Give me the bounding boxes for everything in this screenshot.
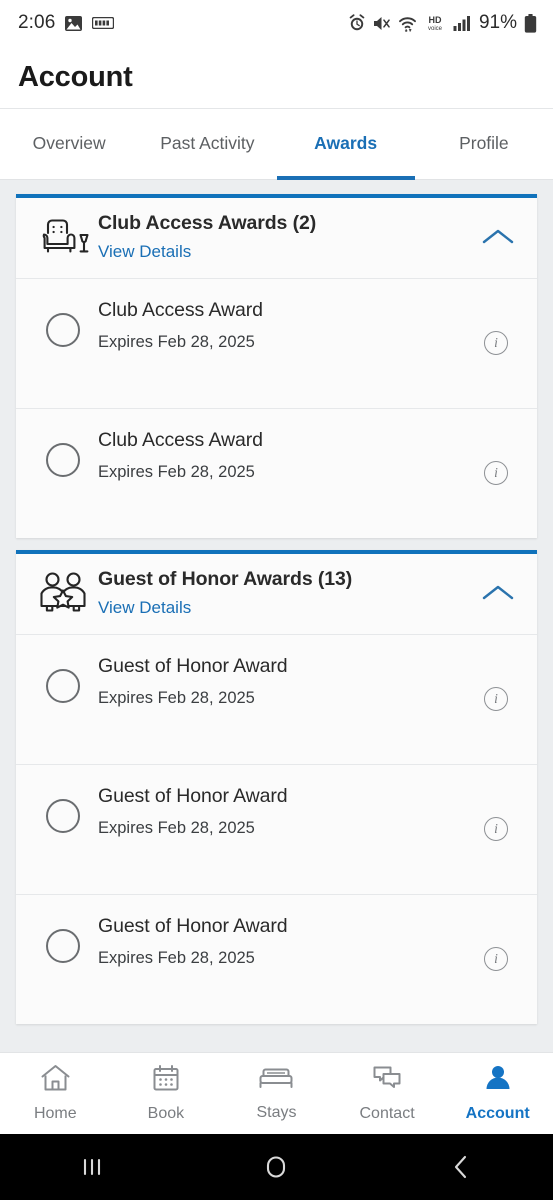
award-group-guest-of-honor: Guest of Honor Awards (13) View Details …	[16, 550, 537, 1024]
house-icon	[40, 1064, 71, 1097]
android-navigation-bar	[0, 1134, 553, 1200]
award-row-text: Club Access Award Expires Feb 28, 2025	[94, 299, 471, 352]
alarm-icon	[348, 14, 366, 32]
chat-bubbles-icon	[372, 1064, 402, 1097]
award-radio[interactable]	[32, 299, 94, 347]
award-row[interactable]: Club Access Award Expires Feb 28, 2025 i	[16, 408, 537, 538]
person-icon	[484, 1064, 512, 1097]
photo-icon	[64, 15, 83, 32]
award-group-text: Guest of Honor Awards (13) View Details	[94, 568, 475, 618]
keyboard-icon	[92, 17, 115, 29]
bottom-nav: Home Book Stays Contact Account	[0, 1052, 553, 1134]
nav-item-stays[interactable]: Stays	[221, 1065, 332, 1122]
award-radio[interactable]	[32, 785, 94, 833]
award-row[interactable]: Club Access Award Expires Feb 28, 2025 i	[16, 278, 537, 408]
award-group-title: Guest of Honor Awards (13)	[98, 568, 353, 590]
nav-item-home[interactable]: Home	[0, 1064, 111, 1123]
tab-overview[interactable]: Overview	[0, 109, 138, 179]
award-row-expires: Expires Feb 28, 2025	[98, 949, 255, 967]
battery-percent: 91%	[478, 12, 517, 33]
award-radio[interactable]	[32, 655, 94, 703]
info-icon[interactable]: i	[471, 429, 521, 485]
award-row-title: Club Access Award	[98, 299, 263, 321]
chevron-up-icon[interactable]	[475, 583, 521, 603]
award-group-title: Club Access Awards (2)	[98, 212, 317, 234]
tab-awards[interactable]: Awards	[276, 109, 416, 180]
award-row-title: Club Access Award	[98, 429, 263, 451]
award-row-title: Guest of Honor Award	[98, 915, 288, 937]
tab-bar: Overview Past Activity Awards Profile	[0, 108, 553, 180]
svg-text:HD: HD	[428, 15, 441, 25]
info-icon[interactable]: i	[471, 915, 521, 971]
award-group-club-access: Club Access Awards (2) View Details Club…	[16, 194, 537, 538]
phone-screen: 2:06 HD voice 91% Account Overview Past …	[0, 0, 553, 1200]
award-row[interactable]: Guest of Honor Award Expires Feb 28, 202…	[16, 634, 537, 764]
award-group-header[interactable]: Guest of Honor Awards (13) View Details	[16, 554, 537, 634]
nav-item-contact[interactable]: Contact	[332, 1064, 443, 1123]
hd-voice-icon: HD voice	[424, 14, 446, 32]
award-group-text: Club Access Awards (2) View Details	[94, 212, 475, 262]
info-icon[interactable]: i	[471, 299, 521, 355]
nav-label-contact: Contact	[359, 1105, 415, 1122]
status-bar: 2:06 HD voice 91%	[0, 0, 553, 46]
award-row-expires: Expires Feb 28, 2025	[98, 333, 255, 351]
view-details-link[interactable]: View Details	[98, 242, 191, 262]
award-radio[interactable]	[32, 915, 94, 963]
battery-icon	[524, 13, 537, 33]
award-row-title: Guest of Honor Award	[98, 785, 288, 807]
back-chevron-icon[interactable]	[369, 1154, 553, 1180]
award-row[interactable]: Guest of Honor Award Expires Feb 28, 202…	[16, 764, 537, 894]
nav-label-book: Book	[147, 1105, 185, 1122]
bed-icon	[259, 1065, 293, 1096]
title-bar: Account	[0, 46, 553, 108]
chevron-up-icon[interactable]	[475, 227, 521, 247]
armchair-icon	[32, 215, 94, 259]
info-icon[interactable]: i	[471, 655, 521, 711]
award-row-text: Club Access Award Expires Feb 28, 2025	[94, 429, 471, 482]
award-row-text: Guest of Honor Award Expires Feb 28, 202…	[94, 655, 471, 708]
award-row-text: Guest of Honor Award Expires Feb 28, 202…	[94, 915, 471, 968]
tab-past-activity[interactable]: Past Activity	[138, 109, 276, 179]
nav-label-stays: Stays	[256, 1104, 297, 1121]
two-people-star-icon	[32, 570, 94, 616]
nav-item-book[interactable]: Book	[111, 1064, 222, 1123]
view-details-link[interactable]: View Details	[98, 598, 191, 618]
calendar-icon	[152, 1064, 180, 1097]
nav-label-account: Account	[465, 1105, 530, 1122]
home-circle-icon[interactable]	[184, 1153, 368, 1181]
award-row[interactable]: Guest of Honor Award Expires Feb 28, 202…	[16, 894, 537, 1024]
nav-item-account[interactable]: Account	[442, 1064, 553, 1123]
award-row-expires: Expires Feb 28, 2025	[98, 819, 255, 837]
award-row-expires: Expires Feb 28, 2025	[98, 689, 255, 707]
awards-scroll-area[interactable]: Club Access Awards (2) View Details Club…	[0, 180, 553, 1052]
award-group-header[interactable]: Club Access Awards (2) View Details	[16, 198, 537, 278]
award-row-text: Guest of Honor Award Expires Feb 28, 202…	[94, 785, 471, 838]
signal-icon	[453, 15, 471, 31]
nav-label-home: Home	[33, 1105, 77, 1122]
tab-profile[interactable]: Profile	[415, 109, 553, 179]
status-bar-left: 2:06	[18, 12, 115, 34]
award-row-expires: Expires Feb 28, 2025	[98, 463, 255, 481]
award-row-title: Guest of Honor Award	[98, 655, 288, 677]
svg-text:voice: voice	[428, 26, 443, 32]
mute-icon	[373, 15, 391, 32]
info-icon[interactable]: i	[471, 785, 521, 841]
page-title: Account	[18, 60, 133, 93]
award-radio[interactable]	[32, 429, 94, 477]
status-time: 2:06	[18, 12, 56, 33]
status-bar-right: HD voice 91%	[348, 12, 537, 34]
wifi-icon	[398, 15, 417, 32]
recents-icon[interactable]	[0, 1155, 184, 1179]
